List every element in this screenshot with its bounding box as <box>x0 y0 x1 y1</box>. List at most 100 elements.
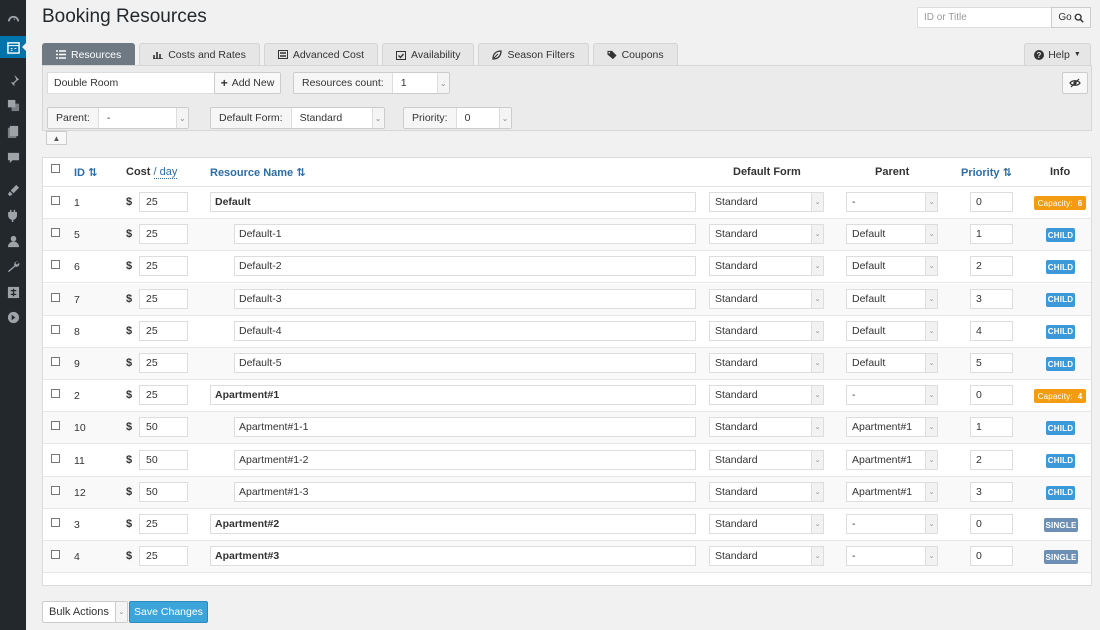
column-header-resource-name[interactable]: Resource Name ⇅ <box>210 166 305 179</box>
priority-input[interactable]: 1 <box>970 417 1013 438</box>
priority-input[interactable]: 3 <box>970 481 1013 502</box>
priority-input[interactable]: 0 <box>970 514 1013 534</box>
priority-input[interactable]: 2 <box>970 256 1013 277</box>
parent-select[interactable]: Default ⌄ <box>846 288 938 309</box>
row-checkbox[interactable] <box>51 292 60 302</box>
parent-select[interactable]: Apartment#1 ⌄ <box>846 417 938 438</box>
parent-select[interactable]: Parent: - ⌄ <box>47 107 189 129</box>
tab-advanced-cost[interactable]: Advanced Cost <box>263 43 379 65</box>
toggle-visibility-button[interactable] <box>1062 72 1088 94</box>
row-checkbox[interactable] <box>51 389 60 399</box>
row-checkbox[interactable] <box>51 518 60 527</box>
cost-input[interactable]: 50 <box>139 417 188 438</box>
resource-name-input[interactable]: Apartment#1-3 <box>234 481 696 502</box>
default-form-select[interactable]: Standard ⌄ <box>709 320 824 341</box>
parent-select[interactable]: Default ⌄ <box>846 353 938 373</box>
parent-select[interactable]: Default ⌄ <box>846 320 938 341</box>
parent-select[interactable]: - ⌄ <box>846 385 938 406</box>
resource-name-input[interactable]: Default <box>210 192 696 212</box>
cost-input[interactable]: 25 <box>139 224 188 245</box>
cost-input[interactable]: 25 <box>139 256 188 277</box>
default-form-select[interactable]: Default Form: Standard ⌄ <box>210 107 385 129</box>
booking-calendar-icon[interactable] <box>0 36 27 58</box>
settings-icon[interactable] <box>5 284 21 300</box>
search-input[interactable] <box>917 7 1051 28</box>
appearance-icon[interactable] <box>5 182 21 198</box>
resource-name-input[interactable]: Default-1 <box>234 224 696 245</box>
users-icon[interactable] <box>5 233 21 249</box>
row-checkbox[interactable] <box>51 260 60 270</box>
resources-count-select[interactable]: Resources count: 1 ⌄ <box>293 72 450 94</box>
default-form-select[interactable]: Standard ⌄ <box>709 546 824 567</box>
column-header-priority[interactable]: Priority ⇅ <box>961 166 1012 179</box>
media-icon[interactable] <box>5 97 21 113</box>
tab-resources[interactable]: Resources <box>42 43 136 65</box>
default-form-select[interactable]: Standard ⌄ <box>709 385 824 406</box>
default-form-select[interactable]: Standard ⌄ <box>709 288 824 309</box>
comments-icon[interactable] <box>5 149 21 165</box>
pages-icon[interactable] <box>5 123 21 139</box>
cost-input[interactable]: 25 <box>139 546 188 567</box>
parent-select[interactable]: Default ⌄ <box>846 256 938 277</box>
help-dropdown[interactable]: ? Help ▼ <box>1024 43 1091 65</box>
priority-input[interactable]: 5 <box>970 353 1013 373</box>
collapse-menu-icon[interactable] <box>5 309 21 325</box>
collapse-toolbar-button[interactable]: ▲ <box>46 131 67 145</box>
default-form-select[interactable]: Standard ⌄ <box>709 449 824 470</box>
parent-select[interactable]: Apartment#1 ⌄ <box>846 449 938 470</box>
resource-name-input[interactable]: Apartment#2 <box>210 514 696 534</box>
select-all-checkbox[interactable] <box>51 164 60 173</box>
cost-unit-link[interactable]: / day <box>153 166 178 179</box>
resource-name-input[interactable]: Default-2 <box>234 256 696 277</box>
tab-coupons[interactable]: Coupons <box>592 43 678 65</box>
row-checkbox[interactable] <box>51 421 60 431</box>
column-header-id[interactable]: ID ⇅ <box>74 166 97 179</box>
default-form-select[interactable]: Standard ⌄ <box>709 256 824 277</box>
row-checkbox[interactable] <box>51 550 60 560</box>
cost-input[interactable]: 25 <box>139 514 188 534</box>
priority-input[interactable]: 4 <box>970 320 1013 341</box>
cost-input[interactable]: 25 <box>139 192 188 212</box>
default-form-select[interactable]: Standard ⌄ <box>709 481 824 502</box>
row-checkbox[interactable] <box>51 453 60 463</box>
cost-input[interactable]: 25 <box>139 288 188 309</box>
tab-costs-and-rates[interactable]: Costs and Rates <box>139 43 260 65</box>
resource-name-input[interactable]: Default-3 <box>234 288 696 309</box>
search-go-button[interactable]: Go <box>1051 7 1091 28</box>
default-form-select[interactable]: Standard ⌄ <box>709 514 824 534</box>
row-checkbox[interactable] <box>51 196 60 205</box>
resource-name-input[interactable]: Default-5 <box>234 353 696 373</box>
parent-select[interactable]: - ⌄ <box>846 514 938 534</box>
resource-name-input[interactable]: Apartment#1-1 <box>234 417 696 438</box>
priority-input[interactable]: 3 <box>970 288 1013 309</box>
resource-name-input[interactable]: Apartment#1-2 <box>234 449 696 470</box>
pin-icon[interactable] <box>5 72 21 88</box>
cost-input[interactable]: 25 <box>139 385 188 406</box>
parent-select[interactable]: - ⌄ <box>846 546 938 567</box>
priority-select[interactable]: Priority: 0 ⌄ <box>403 107 512 129</box>
default-form-select[interactable]: Standard ⌄ <box>709 417 824 438</box>
priority-input[interactable]: 1 <box>970 224 1013 245</box>
priority-input[interactable]: 0 <box>970 192 1013 212</box>
row-checkbox[interactable] <box>51 228 60 238</box>
default-form-select[interactable]: Standard ⌄ <box>709 224 824 245</box>
row-checkbox[interactable] <box>51 324 60 334</box>
tab-season-filters[interactable]: Season Filters <box>478 43 589 65</box>
bulk-actions-select[interactable]: Bulk Actions ⌄ <box>42 601 128 623</box>
cost-input[interactable]: 50 <box>139 481 188 502</box>
dashboard-icon[interactable] <box>5 12 21 28</box>
save-changes-button[interactable]: Save Changes <box>129 601 208 623</box>
default-form-select[interactable]: Standard ⌄ <box>709 192 824 212</box>
cost-input[interactable]: 25 <box>139 320 188 341</box>
row-checkbox[interactable] <box>51 485 60 495</box>
tools-icon[interactable] <box>5 258 21 274</box>
row-checkbox[interactable] <box>51 357 60 366</box>
resource-name-input[interactable]: Apartment#1 <box>210 385 696 406</box>
parent-select[interactable]: Apartment#1 ⌄ <box>846 481 938 502</box>
parent-select[interactable]: Default ⌄ <box>846 224 938 245</box>
cost-input[interactable]: 50 <box>139 449 188 470</box>
resource-name-input[interactable]: Default-4 <box>234 320 696 341</box>
add-new-button[interactable]: + Add New <box>214 72 281 94</box>
default-form-select[interactable]: Standard ⌄ <box>709 353 824 373</box>
tab-availability[interactable]: Availability <box>382 43 475 65</box>
